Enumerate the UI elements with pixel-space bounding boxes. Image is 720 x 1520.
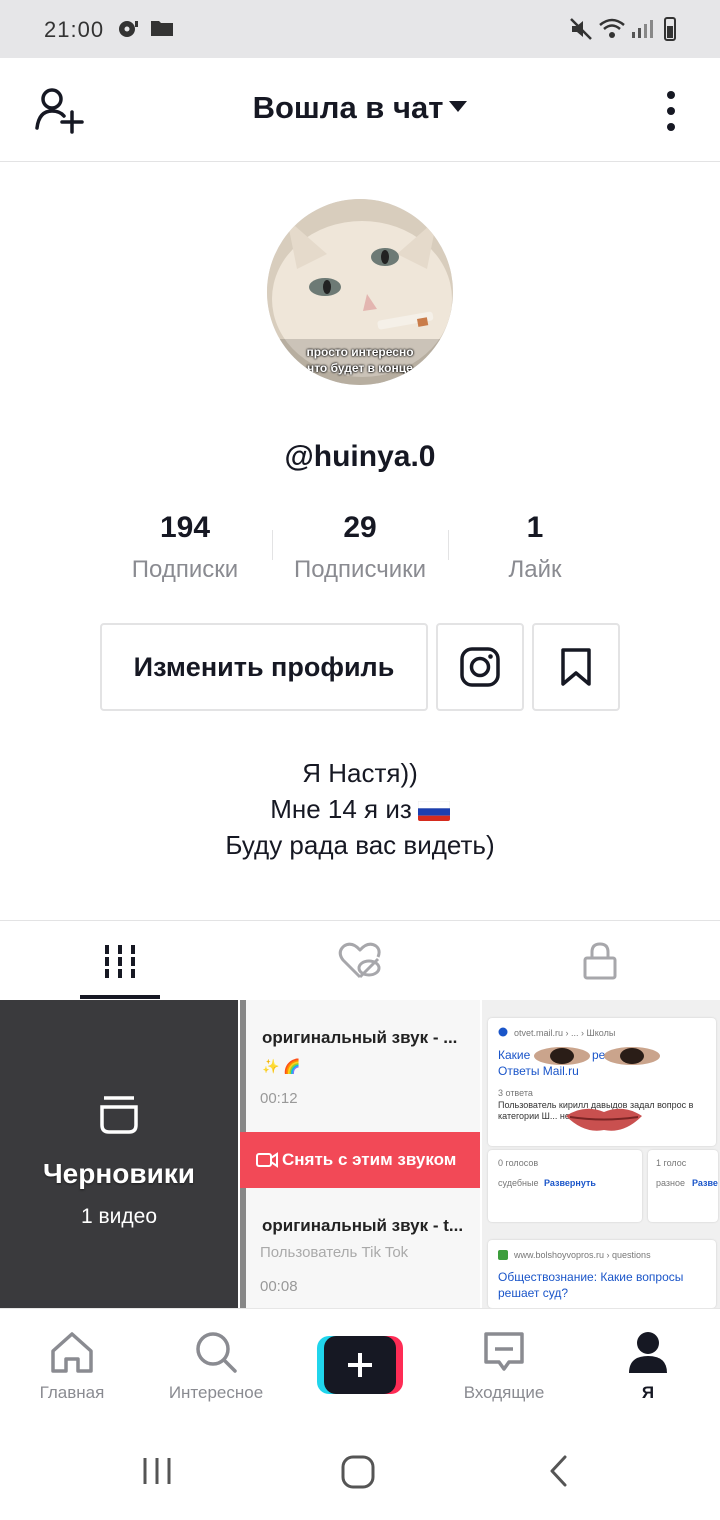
home-icon: [51, 1332, 93, 1373]
video-duration: 00:12: [260, 1090, 298, 1107]
stat-following[interactable]: 194 Подписки: [95, 508, 275, 584]
bio-line-2-text: Мне 14 я из: [270, 794, 412, 824]
following-count: 194: [159, 511, 211, 544]
expand-link: Разве: [692, 1178, 718, 1188]
page-title: Вошла в чат: [252, 90, 444, 125]
video-tile[interactable]: оригинальный звук - ... ✨ 🌈 00:12 Снять …: [240, 1000, 480, 1308]
nav-inbox[interactable]: Входящие: [432, 1309, 576, 1421]
recent-apps-icon[interactable]: [140, 1454, 174, 1488]
nav-profile[interactable]: Я: [576, 1309, 720, 1421]
search-result-card: www.bolshoyvopros.ru › questions Обществ…: [488, 1240, 716, 1308]
vote-card: 1 голос разное Разве: [648, 1150, 718, 1222]
grid-icon: [105, 945, 135, 978]
nav-home[interactable]: Главная: [0, 1309, 144, 1421]
inbox-icon: [484, 1332, 524, 1371]
nav-profile-label: Я: [641, 1383, 655, 1402]
nav-home-label: Главная: [39, 1383, 105, 1402]
likes-label: Лайк: [508, 556, 562, 583]
nav-discover[interactable]: Интересное: [144, 1309, 288, 1421]
followers-label: Подписчики: [293, 556, 427, 583]
favorites-button[interactable]: [532, 623, 620, 711]
video-duration: 00:08: [260, 1278, 298, 1295]
video-camera-icon: [256, 1152, 278, 1168]
use-sound-label: Снять с этим звуком: [282, 1150, 457, 1169]
following-label: Подписки: [131, 556, 239, 583]
votes-count: 1 голос: [656, 1158, 687, 1168]
vote-tag: судебные: [498, 1178, 539, 1188]
site-favicon-icon: [498, 1250, 508, 1260]
account-switcher[interactable]: Вошла в чат: [0, 90, 720, 126]
lips-sticker: [566, 1108, 642, 1131]
instagram-icon: [460, 647, 500, 687]
profile-icon: [629, 1332, 667, 1373]
sound-author: Пользователь Tik Tok: [260, 1244, 409, 1261]
stat-followers[interactable]: 29 Подписчики: [270, 508, 450, 584]
create-button-body: [324, 1336, 396, 1394]
nav-inbox-label: Входящие: [463, 1383, 545, 1402]
status-time: 21:00: [44, 17, 105, 42]
drafts-title: Черновики: [42, 1158, 196, 1189]
russia-flag-icon: [417, 799, 450, 821]
liked-hidden-icon: [338, 942, 381, 979]
bio-line-2: Мне 14 я из: [0, 794, 720, 825]
signal-icon: [632, 20, 653, 38]
back-icon[interactable]: [545, 1454, 575, 1488]
top-navigation: Вошла в чат: [0, 58, 720, 162]
tab-videos[interactable]: [0, 921, 240, 1001]
media-icon: [119, 21, 138, 37]
result-link-part: Обществознание: Какие вопросы: [498, 1270, 684, 1284]
vote-tag: разное: [656, 1178, 686, 1188]
search-result-card: otvet.mail.ru › ... › Школы Какие реша О…: [488, 1018, 716, 1146]
result-site: otvet.mail.ru › ... › Школы: [514, 1028, 616, 1038]
folder-icon: [151, 21, 173, 36]
bio-line-3: Буду рада вас видеть): [225, 830, 495, 860]
nav-discover-label: Интересное: [168, 1383, 264, 1402]
likes-count: 1: [526, 511, 544, 544]
profile-tabs: [0, 920, 720, 1000]
vote-card: 0 голосов судебные Развернуть: [488, 1150, 642, 1222]
followers-count: 29: [343, 511, 377, 544]
expand-link: Развернуть: [544, 1178, 596, 1188]
plus-icon: [348, 1353, 372, 1377]
system-navigation-bar: [0, 1420, 720, 1520]
emoji-decoration: ✨ 🌈: [262, 1058, 301, 1074]
result-link-part: Какие: [498, 1048, 531, 1062]
bookmark-icon: [561, 648, 591, 686]
video-grid: Черновики 1 видео оригинальный звук - ..…: [0, 1000, 720, 1308]
create-video-button[interactable]: [317, 1336, 403, 1394]
tab-private[interactable]: [480, 921, 720, 1001]
bio-line-1: Я Настя)): [302, 758, 418, 788]
drafts-count: 1 видео: [80, 1205, 157, 1228]
use-sound-banner: Снять с этим звуком: [240, 1132, 480, 1188]
avatar-caption-line2: что будет в конце: [307, 361, 413, 375]
answers-count: 3 ответа: [498, 1088, 533, 1098]
wifi-icon: [599, 18, 625, 38]
avatar[interactable]: просто интересно что будет в конце: [267, 199, 453, 385]
edit-profile-button[interactable]: Изменить профиль: [100, 623, 428, 711]
result-link-part: решает суд?: [498, 1286, 569, 1300]
lock-icon: [583, 942, 617, 980]
active-tab-indicator: [80, 995, 160, 999]
drafts-tile[interactable]: Черновики 1 видео: [0, 1000, 238, 1308]
site-favicon-icon: [498, 1027, 508, 1037]
sound-title: оригинальный звук - ...: [262, 1028, 458, 1047]
home-button-icon[interactable]: [340, 1454, 376, 1490]
battery-icon: [664, 17, 676, 41]
drafts-icon: [100, 1096, 138, 1134]
status-bar: 21:00: [0, 0, 720, 58]
sound-title: оригинальный звук - t...: [262, 1216, 464, 1235]
result-site: www.bolshoyvopros.ru › questions: [514, 1250, 651, 1260]
search-icon: [196, 1332, 237, 1373]
avatar-caption-line1: просто интересно: [306, 345, 414, 359]
tab-liked[interactable]: [240, 921, 480, 1001]
chevron-down-icon: [449, 101, 468, 112]
username: @huinya.0: [284, 440, 436, 473]
votes-count: 0 голосов: [498, 1158, 539, 1168]
instagram-button[interactable]: [436, 623, 524, 711]
video-tile[interactable]: otvet.mail.ru › ... › Школы Какие реша О…: [482, 1000, 720, 1308]
eyes-sticker: [534, 1047, 660, 1065]
more-options-icon[interactable]: [658, 90, 684, 132]
mute-icon: [570, 18, 592, 40]
stat-likes[interactable]: 1 Лайк: [445, 508, 625, 584]
